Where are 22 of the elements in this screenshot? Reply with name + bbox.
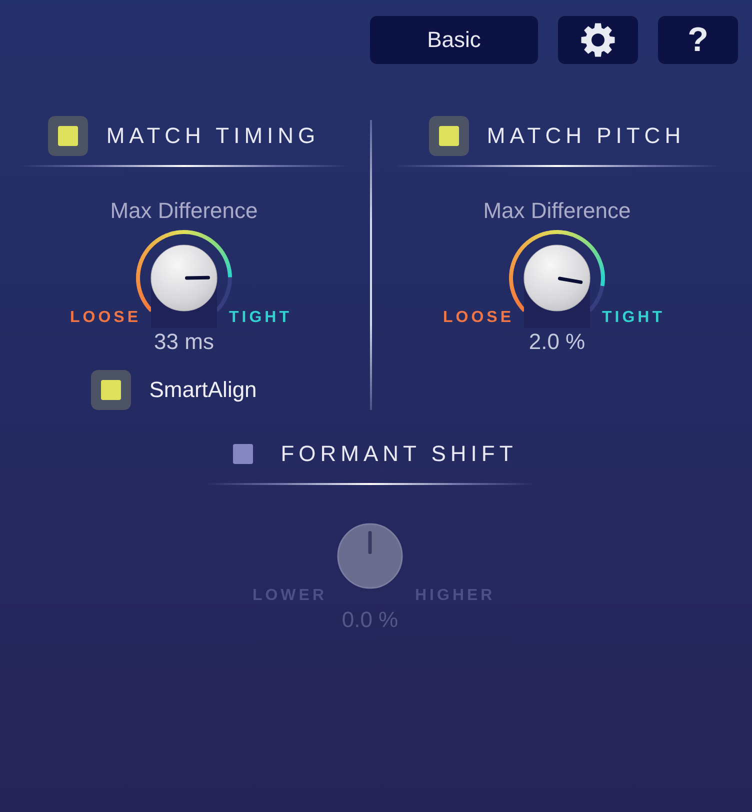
help-button[interactable]: ? [658, 16, 738, 64]
knob-label: Max Difference [483, 200, 631, 222]
range-min-label: LOOSE [442, 310, 514, 326]
knob-label: Max Difference [110, 200, 258, 222]
section-title: MATCH PITCH [486, 123, 686, 149]
knob-dial[interactable] [524, 244, 590, 328]
checkbox[interactable] [428, 116, 469, 156]
section-title: FORMANT SHIFT [280, 441, 518, 467]
section-title: MATCH TIMING [106, 123, 320, 149]
mode-button[interactable]: Basic [370, 16, 538, 64]
settings-button[interactable] [558, 16, 638, 64]
settings-icon [581, 23, 615, 57]
range-max-label: TIGHT [229, 310, 292, 326]
checkbox[interactable] [232, 444, 253, 464]
option-label: SmartAlign [149, 377, 257, 403]
knob-value: 33 ms [154, 332, 214, 352]
range-min-label: LOOSE [70, 310, 141, 326]
knob-dial[interactable] [150, 244, 218, 328]
knob-value: 2.0 % [528, 332, 586, 352]
range-max-label: TIGHT [602, 310, 665, 326]
checkbox[interactable] [48, 116, 88, 156]
checkbox[interactable] [91, 370, 132, 410]
